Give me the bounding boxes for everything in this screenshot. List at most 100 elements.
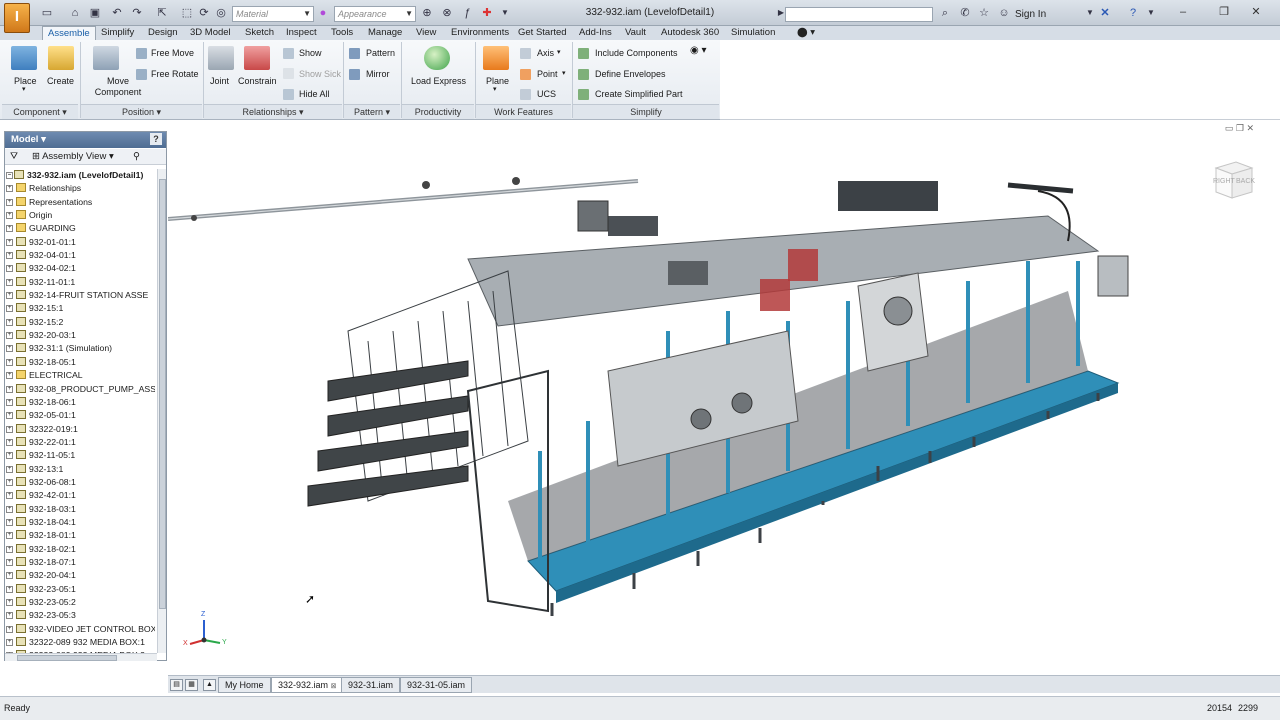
- tree-item[interactable]: +932-42-01:1: [5, 489, 155, 502]
- tree-item[interactable]: +932-08_PRODUCT_PUMP_ASS: [5, 383, 155, 396]
- expand-icon[interactable]: +: [6, 625, 13, 633]
- free-move-button[interactable]: Free Move: [151, 48, 194, 58]
- expand-icon[interactable]: +: [6, 639, 13, 647]
- clear-appearance-icon[interactable]: ⊗: [440, 6, 454, 20]
- help-chevron-icon[interactable]: ▼: [1144, 6, 1158, 20]
- plane-button[interactable]: Plane: [486, 76, 509, 86]
- tile-view-icon[interactable]: ▤: [170, 679, 183, 691]
- update-icon[interactable]: ⟳: [197, 6, 211, 20]
- define-envelopes-button[interactable]: Define Envelopes: [595, 69, 666, 79]
- ucs-button[interactable]: UCS: [537, 89, 556, 99]
- load-express-button[interactable]: Load Express: [411, 76, 466, 86]
- expand-icon[interactable]: +: [6, 438, 13, 446]
- expand-icon[interactable]: +: [6, 425, 13, 433]
- panel-pattern[interactable]: Pattern ▾: [344, 104, 400, 119]
- panel-component[interactable]: Component ▾: [2, 104, 78, 119]
- expand-icon[interactable]: +: [6, 505, 13, 513]
- open-file-icon[interactable]: ⌂: [68, 6, 82, 20]
- tree-item[interactable]: +932-20-03:1: [5, 329, 155, 342]
- view-cube-back[interactable]: BACK: [1236, 178, 1255, 185]
- tree-item[interactable]: +32322-089 932 MEDIA BOX:1: [5, 636, 155, 649]
- tree-item[interactable]: +932-23-05:3: [5, 609, 155, 622]
- joint-button[interactable]: Joint: [210, 76, 229, 86]
- tree-item[interactable]: +932-18-06:1: [5, 396, 155, 409]
- expand-icon[interactable]: +: [6, 358, 13, 366]
- appearance-combo[interactable]: Appearance ▼: [334, 6, 416, 22]
- expand-icon[interactable]: +: [6, 198, 13, 206]
- tree-item[interactable]: +932-22-01:1: [5, 436, 155, 449]
- tree-item[interactable]: +932-VIDEO JET CONTROL BOX: [5, 623, 155, 636]
- browser-horizontal-scrollbar[interactable]: [5, 653, 157, 661]
- tree-item[interactable]: +932-18-01:1: [5, 529, 155, 542]
- free-rotate-button[interactable]: Free Rotate: [151, 69, 199, 79]
- tree-item[interactable]: +932-20-04:1: [5, 569, 155, 582]
- tab-list-chevron-icon[interactable]: ▲: [203, 679, 216, 691]
- tree-item[interactable]: + Relationships: [5, 182, 155, 195]
- tree-item[interactable]: +932-18-02:1: [5, 543, 155, 556]
- tree-item[interactable]: +932-15:2: [5, 316, 155, 329]
- tree-item[interactable]: +932-04-01:1: [5, 249, 155, 262]
- tree-item[interactable]: +932-11-05:1: [5, 449, 155, 462]
- expand-icon[interactable]: +: [6, 465, 13, 473]
- expand-icon[interactable]: +: [6, 225, 13, 233]
- application-menu-button[interactable]: I: [4, 3, 30, 33]
- include-components-button[interactable]: Include Components: [595, 48, 678, 58]
- scrollbar-thumb[interactable]: [17, 655, 117, 661]
- expand-icon[interactable]: +: [6, 345, 13, 353]
- place-chevron-icon[interactable]: ▾: [22, 85, 26, 93]
- doc-tab-332-932[interactable]: 332-932.iam ⊠: [271, 677, 344, 693]
- tree-root[interactable]: – 332-932.iam (LevelofDetail1): [5, 169, 155, 182]
- help-icon[interactable]: ?: [1126, 6, 1140, 20]
- collapse-icon[interactable]: –: [6, 172, 13, 179]
- tree-item[interactable]: +932-13:1: [5, 463, 155, 476]
- tab-assemble[interactable]: Assemble: [42, 26, 96, 40]
- tree-item[interactable]: + GUARDING: [5, 222, 155, 235]
- panel-relationships[interactable]: Relationships ▾: [204, 104, 342, 119]
- help-search-input[interactable]: [785, 7, 933, 22]
- adjust-icon[interactable]: ⊕: [420, 6, 434, 20]
- expand-icon[interactable]: +: [6, 478, 13, 486]
- tree-item[interactable]: +32322-019:1: [5, 423, 155, 436]
- expand-icon[interactable]: +: [6, 545, 13, 553]
- expand-icon[interactable]: +: [6, 412, 13, 420]
- clear-override-icon[interactable]: ◎: [214, 6, 228, 20]
- browser-header[interactable]: Model ▾ ?: [5, 132, 166, 148]
- expand-icon[interactable]: +: [6, 265, 13, 273]
- tab-design[interactable]: Design: [148, 26, 178, 40]
- tab-3d-model[interactable]: 3D Model: [190, 26, 231, 40]
- ribbon-options-icon[interactable]: ◉ ▾: [690, 45, 707, 56]
- expand-icon[interactable]: +: [6, 398, 13, 406]
- doc-tab-932-31-05[interactable]: 932-31-05.iam: [400, 677, 473, 693]
- create-button[interactable]: Create: [47, 76, 74, 86]
- expand-icon[interactable]: +: [6, 558, 13, 566]
- sign-in-link[interactable]: Sign In: [1015, 9, 1046, 20]
- tree-item[interactable]: +932-06-08:1: [5, 476, 155, 489]
- tree-item[interactable]: + ELECTRICAL: [5, 369, 155, 382]
- new-file-icon[interactable]: ▭: [40, 6, 54, 20]
- sign-in-chevron-icon[interactable]: ▼: [1083, 6, 1097, 20]
- point-button[interactable]: Point: [537, 69, 558, 79]
- doc-tab-932-31[interactable]: 932-31.iam: [341, 677, 401, 693]
- expand-icon[interactable]: +: [6, 612, 13, 620]
- tree-item[interactable]: +932-04-02:1: [5, 262, 155, 275]
- axis-button[interactable]: Axis: [537, 48, 554, 58]
- tree-item[interactable]: +932-18-04:1: [5, 516, 155, 529]
- expand-icon[interactable]: +: [6, 385, 13, 393]
- communication-icon[interactable]: ✆: [958, 6, 972, 20]
- expand-icon[interactable]: +: [6, 572, 13, 580]
- plane-chevron-icon[interactable]: ▾: [493, 85, 497, 93]
- find-icon[interactable]: ⚲: [133, 149, 140, 164]
- doc-tab-my-home[interactable]: My Home: [218, 677, 271, 693]
- tree-item[interactable]: +932-15:1: [5, 302, 155, 315]
- tab-view[interactable]: View: [416, 26, 436, 40]
- search-icon[interactable]: ⌕: [938, 6, 952, 20]
- hide-all-button[interactable]: Hide All: [299, 89, 330, 99]
- expand-icon[interactable]: +: [6, 332, 13, 340]
- close-icon[interactable]: ⊠: [331, 683, 337, 690]
- tree-item[interactable]: +932-11-01:1: [5, 276, 155, 289]
- tab-get-started[interactable]: Get Started: [518, 26, 567, 40]
- expand-icon[interactable]: +: [6, 278, 13, 286]
- tree-item[interactable]: +932-23-05:2: [5, 596, 155, 609]
- expand-icon[interactable]: +: [6, 185, 13, 193]
- tab-simplify[interactable]: Simplify: [101, 26, 134, 40]
